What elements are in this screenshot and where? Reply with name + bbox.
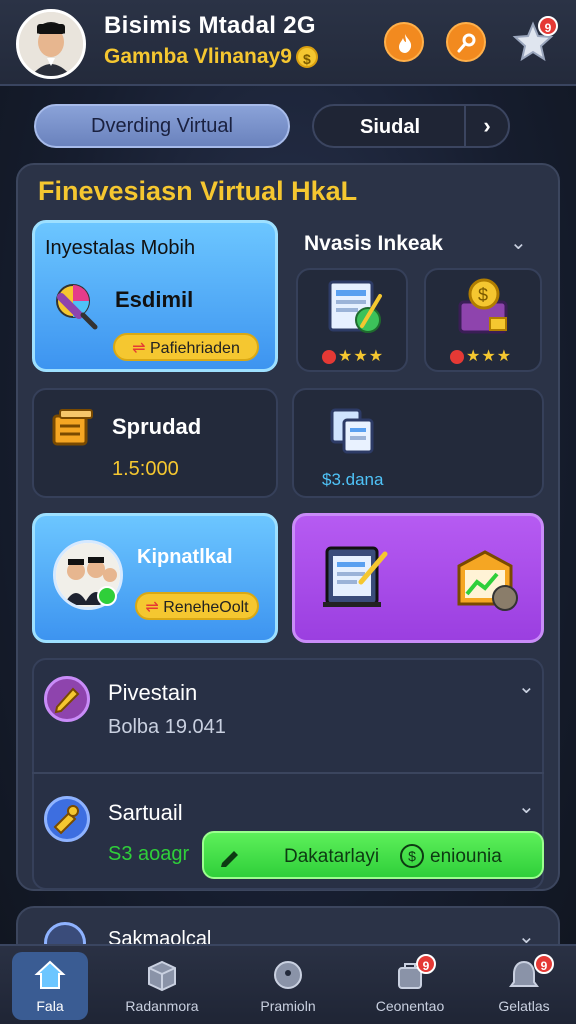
list-row-icon: [44, 796, 90, 842]
chevron-down-icon[interactable]: ⌄: [518, 674, 535, 699]
card-title: Sprudad: [112, 414, 202, 439]
arrow-icon: ⇌: [132, 340, 150, 357]
pencil-icon: [221, 851, 238, 867]
chart-board-icon: [457, 550, 518, 611]
cash-stack-icon: [52, 409, 93, 446]
pencil-icon: [54, 687, 80, 714]
primary-action-label: Dakatarlayi: [284, 846, 380, 867]
rating-stars: ★★★: [450, 346, 512, 366]
notification-badge: 9: [534, 954, 554, 974]
nav-pramioln[interactable]: Pramioln: [232, 946, 344, 1024]
app-header: Bisimis Mtadal 2G Gamnba Vlinanay9 $ 9: [0, 0, 576, 86]
rating-dot: [322, 349, 336, 364]
fire-button[interactable]: [384, 22, 424, 62]
nav-label: Pramioln: [260, 998, 316, 1014]
chevron-right-icon[interactable]: ›: [464, 106, 508, 146]
money-bag-icon: $: [458, 278, 508, 334]
tab-dverding-virtual[interactable]: Dverding Virtual: [34, 104, 290, 148]
card-label: Esdimil: [115, 287, 194, 312]
nvasis-title: Nvasis Inkeak: [304, 232, 443, 255]
svg-text:$: $: [478, 285, 488, 305]
coin-icon: $: [295, 46, 318, 69]
card-title: Kipnatlkal: [137, 546, 233, 568]
tab-siudal[interactable]: Siudal ›: [312, 104, 510, 148]
card-title: Inyestalas Mobih: [45, 237, 196, 259]
card-sprudad[interactable]: Sprudad 1.5:000: [32, 388, 278, 498]
card-value: 1.5:000: [112, 458, 179, 480]
nav-label: Fala: [36, 998, 64, 1014]
app-subtitle: Gamnba Vlinanay9 $: [104, 45, 318, 69]
card-kipnatlkal[interactable]: Kipnatlkal ⇌ ReneheOolt: [32, 513, 278, 643]
search-icon: [457, 33, 476, 53]
bottom-nav: Fala Radanmora Pramioln 9 Ceonentao 9 Ge…: [0, 944, 576, 1024]
card-pill-button[interactable]: ⇌ Pafiehriaden: [113, 333, 259, 361]
primary-action-button[interactable]: Dakatarlayi $ eniounia: [202, 831, 544, 879]
chevron-down-icon[interactable]: ⌄: [518, 794, 535, 819]
documents-icon: [330, 408, 374, 454]
nvasis-item-1[interactable]: ★★★: [296, 268, 408, 372]
achievements-button[interactable]: 9: [512, 16, 558, 62]
list-row-icon: [44, 676, 90, 722]
card-documents[interactable]: $3.dana: [292, 388, 544, 498]
card-pill-label: ReneheOolt: [163, 599, 249, 616]
tab-siudal-label: Siudal: [359, 116, 420, 138]
notification-badge: 9: [538, 16, 558, 36]
nav-home[interactable]: Fala: [0, 946, 112, 1024]
online-badge: [97, 586, 117, 606]
fire-icon: [399, 34, 412, 53]
coin-icon: $: [400, 844, 424, 868]
investment-chart-icon: [56, 284, 98, 330]
card-pill-label: Pafiehriaden: [150, 340, 240, 357]
app-subtitle-text: Gamnba Vlinanay9: [104, 45, 292, 68]
list-row-title: Pivestain: [108, 680, 198, 705]
card-value: $3.dana: [322, 470, 384, 489]
nav-label: Radanmora: [125, 998, 199, 1014]
app-title: Bisimis Mtadal 2G: [104, 12, 316, 39]
tool-icon: [53, 805, 79, 835]
box-icon: [148, 960, 176, 992]
tablet-edit-icon: [323, 546, 388, 607]
document-edit-icon: [328, 280, 382, 333]
rating-dot: [450, 349, 464, 364]
nav-radanmora[interactable]: Radanmora: [106, 946, 218, 1024]
info-icon: [274, 961, 302, 989]
panel-title: Finevesiasn Virtual HkaL: [38, 176, 358, 206]
card-pill-button[interactable]: ⇌ ReneheOolt: [135, 592, 259, 620]
home-icon: [34, 960, 66, 989]
chevron-down-icon[interactable]: ⌄: [510, 230, 527, 255]
list-row-sub: S3 aoagr: [108, 843, 190, 865]
nav-label: Ceonentao: [375, 998, 445, 1014]
list-row-title: Sartuail: [108, 800, 183, 825]
card-investasi-mobih[interactable]: Inyestalas Mobih Esdimil ⇌ Pafiehriaden: [32, 220, 278, 372]
divider: [32, 772, 544, 774]
user-avatar[interactable]: [16, 9, 86, 79]
primary-action-suffix: eniounia: [430, 846, 502, 867]
arrow-icon: ⇌: [145, 599, 164, 616]
nav-label: Gelatlas: [498, 998, 550, 1014]
card-tools[interactable]: [292, 513, 544, 643]
nvasis-item-2[interactable]: $ ★★★: [424, 268, 542, 372]
rating-stars: ★★★: [322, 346, 384, 366]
nav-ceonentao[interactable]: 9 Ceonentao: [354, 946, 466, 1024]
list-row-sub: Bolba 19.041: [108, 716, 226, 738]
nav-gelatlas[interactable]: 9 Gelatlas: [468, 946, 576, 1024]
notification-badge: 9: [416, 954, 436, 974]
search-button[interactable]: [446, 22, 486, 62]
